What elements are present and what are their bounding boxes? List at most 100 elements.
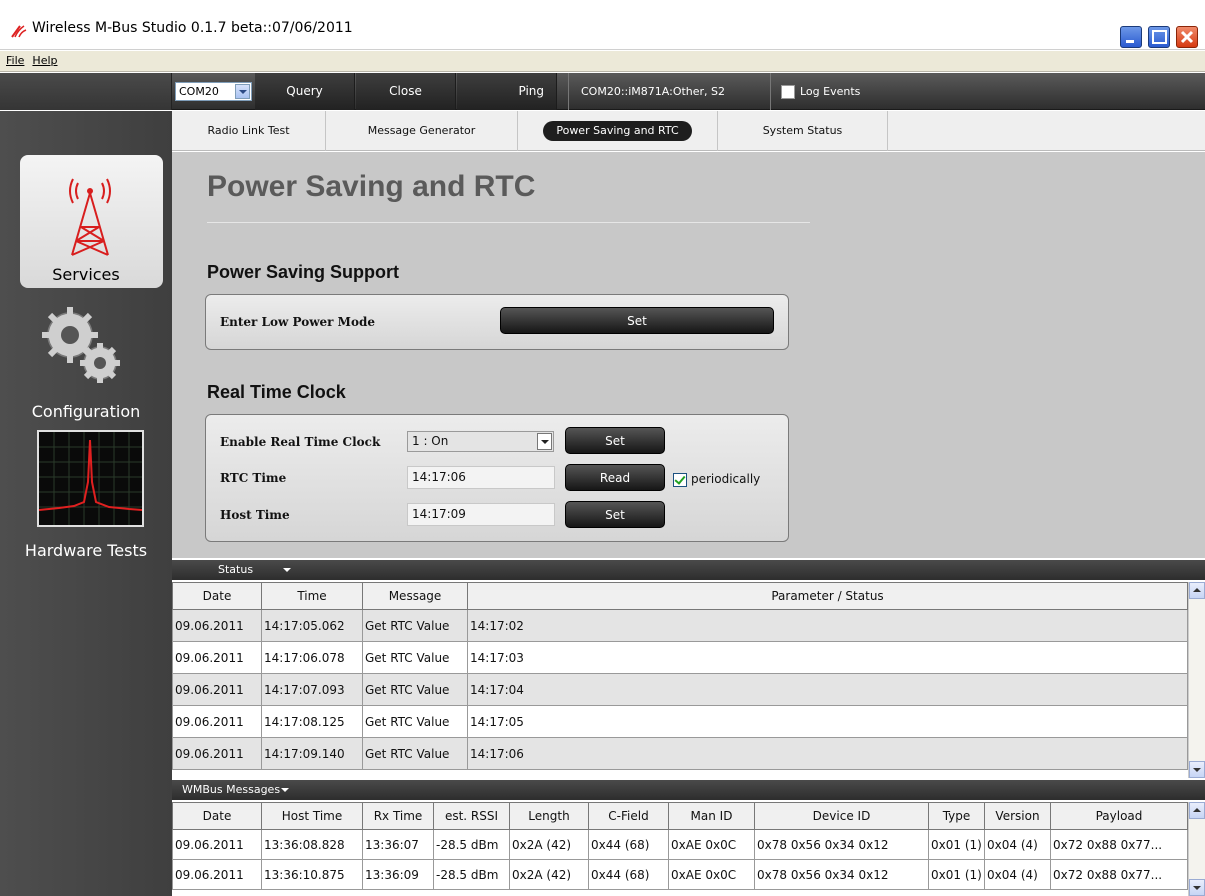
- column-header[interactable]: Version: [984, 802, 1051, 830]
- ping-button[interactable]: Ping: [457, 73, 557, 110]
- host-time-set-button[interactable]: Set: [565, 501, 665, 528]
- menu-file[interactable]: File: [2, 51, 28, 67]
- wmbus-panel-header[interactable]: WMBus Messages: [172, 780, 1205, 800]
- rtc-read-button[interactable]: Read: [565, 464, 665, 491]
- sidebar-item-services[interactable]: Services: [20, 155, 163, 288]
- table-row[interactable]: 09.06.2011 13:36:08.828 13:36:07 -28.5 dBm 0…: [172, 829, 1188, 860]
- table-cell: 09.06.2011: [172, 737, 262, 770]
- table-row[interactable]: 09.06.2011 14:17:09.140 Get RTC Value 14:17…: [172, 737, 1188, 770]
- table-row[interactable]: 09.06.2011 14:17:06.078 Get RTC Value 14:17…: [172, 641, 1188, 674]
- enable-rtc-value: 1 : On: [412, 434, 449, 448]
- column-header[interactable]: Date: [172, 802, 262, 830]
- column-header[interactable]: Host Time: [261, 802, 363, 830]
- column-header[interactable]: Payload: [1050, 802, 1188, 830]
- column-header[interactable]: est. RSSI: [433, 802, 510, 830]
- table-row[interactable]: 09.06.2011 13:36:10.875 13:36:09 -28.5 dBm 0…: [172, 859, 1188, 890]
- table-cell: 14:17:06.078: [261, 641, 363, 674]
- page-title: Power Saving and RTC: [207, 170, 536, 203]
- toolbar: COM20 Query Close Ping COM20::iM871A:Oth…: [0, 73, 1205, 110]
- close-button[interactable]: Close: [356, 73, 456, 110]
- divider: [207, 222, 810, 223]
- log-events-label: Log Events: [800, 85, 861, 98]
- query-button[interactable]: Query: [255, 73, 355, 110]
- table-cell: 09.06.2011: [172, 829, 262, 860]
- connection-status: COM20::iM871A:Other, S2: [568, 73, 768, 110]
- checkbox-checked-icon[interactable]: [673, 472, 687, 487]
- status-panel-header[interactable]: Status: [172, 560, 1205, 580]
- chevron-down-icon[interactable]: [283, 568, 292, 572]
- radio-tower-icon: [69, 178, 111, 256]
- table-cell: 14:17:03: [467, 641, 1188, 674]
- menu-help[interactable]: Help: [28, 51, 61, 67]
- column-header[interactable]: Parameter / Status: [467, 582, 1188, 610]
- periodically-checkbox[interactable]: periodically: [673, 471, 760, 487]
- scroll-down-icon[interactable]: [1189, 879, 1205, 896]
- host-time-field[interactable]: 14:17:09: [407, 503, 555, 526]
- column-header[interactable]: Time: [261, 582, 363, 610]
- table-cell: 09.06.2011: [172, 641, 262, 674]
- column-header[interactable]: Rx Time: [362, 802, 434, 830]
- table-cell: 14:17:09.140: [261, 737, 363, 770]
- table-row[interactable]: 09.06.2011 14:17:05.062 Get RTC Value 14:17…: [172, 609, 1188, 642]
- table-cell: 13:36:08.828: [261, 829, 363, 860]
- column-header[interactable]: Date: [172, 582, 262, 610]
- tab-power-saving-rtc[interactable]: Power Saving and RTC: [518, 111, 718, 151]
- wmbus-scrollbar[interactable]: [1188, 802, 1205, 896]
- chevron-down-icon[interactable]: [235, 84, 250, 99]
- column-header[interactable]: Length: [509, 802, 589, 830]
- tab-power-saving-rtc-label: Power Saving and RTC: [543, 121, 692, 141]
- table-cell: 14:17:02: [467, 609, 1188, 642]
- sidebar-item-configuration[interactable]: Configuration: [0, 402, 172, 421]
- enable-rtc-set-button[interactable]: Set: [565, 427, 665, 454]
- table-cell: 14:17:04: [467, 673, 1188, 706]
- chevron-down-icon[interactable]: [281, 788, 290, 792]
- table-cell: 0x2A (42): [509, 859, 589, 890]
- table-cell: 14:17:05: [467, 705, 1188, 738]
- close-window-button[interactable]: [1176, 26, 1198, 48]
- low-power-label: Enter Low Power Mode: [220, 315, 375, 329]
- column-header[interactable]: Message: [362, 582, 468, 610]
- tab-system-status[interactable]: System Status: [718, 111, 888, 151]
- wmbus-panel-title: WMBus Messages: [182, 783, 281, 796]
- tab-radio-link-test[interactable]: Radio Link Test: [172, 111, 326, 151]
- table-cell: 14:17:06: [467, 737, 1188, 770]
- enable-rtc-label: Enable Real Time Clock: [220, 435, 381, 449]
- scroll-up-icon[interactable]: [1189, 802, 1205, 819]
- maximize-button[interactable]: [1148, 26, 1170, 48]
- low-power-set-button[interactable]: Set: [500, 307, 774, 334]
- column-header[interactable]: C-Field: [588, 802, 669, 830]
- tab-message-generator[interactable]: Message Generator: [326, 111, 518, 151]
- toolbar-spacer: [0, 73, 172, 110]
- table-cell: 0x78 0x56 0x34 0x12: [754, 829, 929, 860]
- com-port-select[interactable]: COM20: [175, 82, 252, 101]
- checkbox-icon[interactable]: [781, 85, 795, 99]
- power-saving-panel: Enter Low Power Mode Set: [205, 294, 789, 350]
- column-header[interactable]: Type: [928, 802, 985, 830]
- sidebar-item-label: Services: [52, 265, 120, 284]
- sidebar-item-hardware-tests[interactable]: Hardware Tests: [0, 541, 172, 560]
- rtc-time-field[interactable]: 14:17:06: [407, 466, 555, 489]
- table-row[interactable]: 09.06.2011 14:17:07.093 Get RTC Value 14:17…: [172, 673, 1188, 706]
- column-header[interactable]: Device ID: [754, 802, 929, 830]
- gears-icon[interactable]: [38, 303, 128, 388]
- chevron-down-icon[interactable]: [537, 433, 552, 450]
- enable-rtc-select[interactable]: 1 : On: [407, 431, 554, 452]
- scroll-down-icon[interactable]: [1189, 761, 1205, 778]
- log-events-checkbox[interactable]: Log Events: [770, 73, 860, 110]
- table-cell: 0x72 0x88 0x77...: [1050, 859, 1188, 890]
- table-cell: 14:17:05.062: [261, 609, 363, 642]
- minimize-button[interactable]: [1120, 26, 1142, 48]
- table-cell: 0x44 (68): [588, 829, 669, 860]
- table-cell: -28.5 dBm: [433, 859, 510, 890]
- table-cell: 0x04 (4): [984, 829, 1051, 860]
- status-scrollbar[interactable]: [1188, 582, 1205, 778]
- table-cell: 09.06.2011: [172, 609, 262, 642]
- column-header[interactable]: Man ID: [668, 802, 755, 830]
- scroll-up-icon[interactable]: [1189, 582, 1205, 599]
- table-cell: 0xAE 0x0C: [668, 859, 755, 890]
- table-cell: 09.06.2011: [172, 859, 262, 890]
- table-cell: 0x01 (1): [928, 859, 985, 890]
- table-row[interactable]: 09.06.2011 14:17:08.125 Get RTC Value 14:17…: [172, 705, 1188, 738]
- table-cell: 09.06.2011: [172, 673, 262, 706]
- spectrum-icon[interactable]: [37, 430, 144, 527]
